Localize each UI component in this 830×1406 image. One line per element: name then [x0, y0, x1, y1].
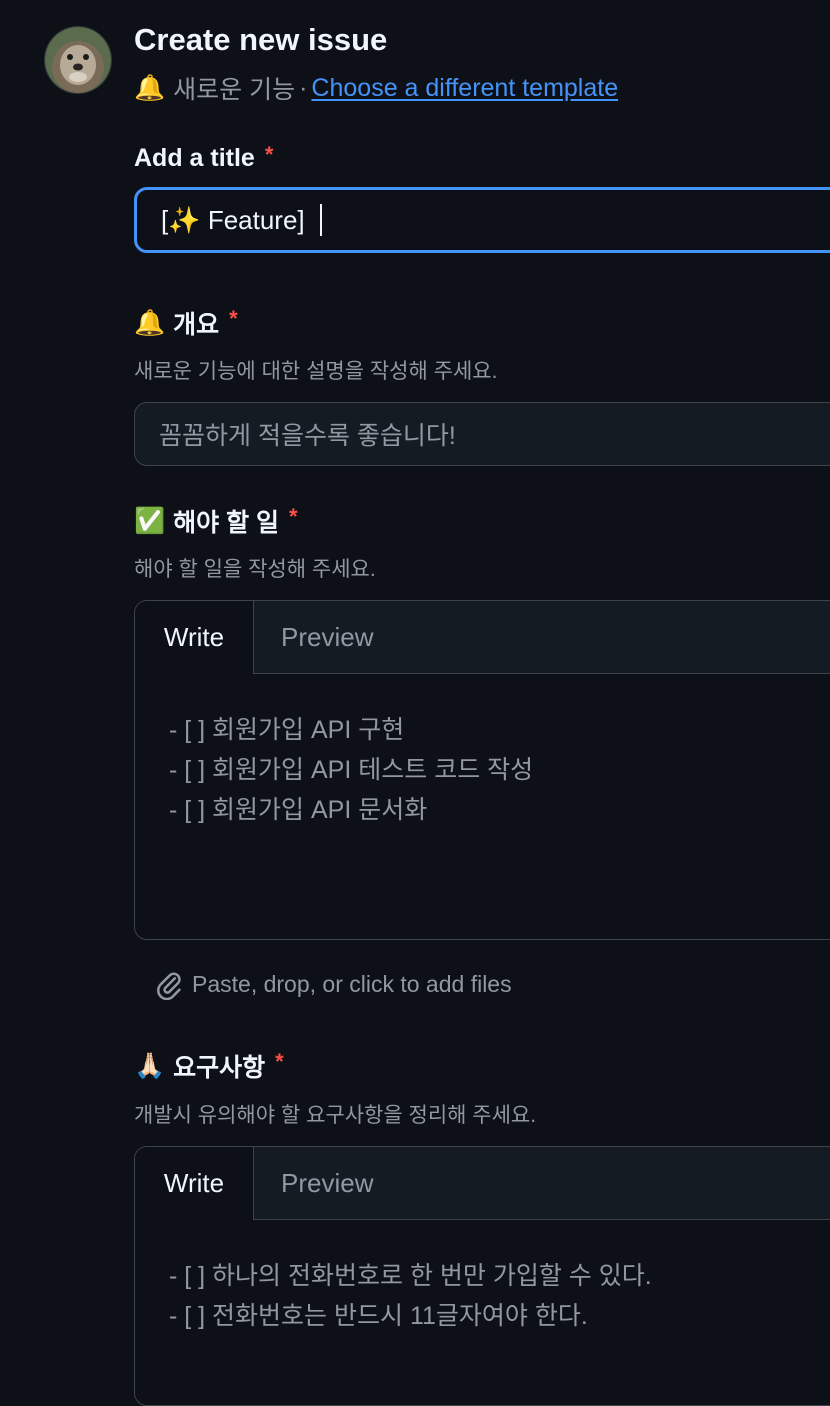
bell-icon: 🔔 — [134, 308, 166, 337]
todo-label-text: 해야 할 일 — [173, 509, 280, 537]
tab-preview[interactable]: Preview — [281, 1147, 373, 1219]
tab-preview[interactable]: Preview — [281, 601, 373, 673]
title-label: Add a title * — [134, 141, 274, 173]
title-input-value: [✨ Feature] — [161, 204, 312, 235]
todo-textarea[interactable]: - [ ] 회원가입 API 구현 - [ ] 회원가입 API 테스트 코드 … — [135, 674, 830, 830]
todo-editor: Write Preview - [ ] 회원가입 API 구현 - [ ] 회원… — [134, 600, 830, 940]
template-name: 새로운 기능 — [173, 76, 296, 104]
requirements-label-text: 요구사항 — [173, 1054, 266, 1082]
choose-template-link[interactable]: Choose a different template — [311, 74, 618, 103]
requirements-label: 🙏🏻 요구사항 * — [134, 1048, 284, 1084]
title-label-text: Add a title — [134, 144, 255, 172]
required-mark: * — [289, 504, 298, 529]
todo-description: 해야 할 일을 작성해 주세요. — [134, 558, 376, 581]
requirements-editor: Write Preview - [ ] 하나의 전화번호로 한 번만 가입할 수… — [134, 1146, 830, 1406]
requirements-textarea[interactable]: - [ ] 하나의 전화번호로 한 번만 가입할 수 있다. - [ ] 전화번… — [135, 1220, 830, 1336]
summary-label: 🔔 개요 * — [134, 305, 238, 341]
bell-icon: 🔔 — [134, 73, 166, 102]
otter-avatar-image — [45, 27, 111, 93]
paperclip-icon — [157, 972, 181, 1000]
text-caret — [319, 204, 322, 236]
required-mark: * — [275, 1049, 284, 1074]
required-mark: * — [264, 141, 274, 167]
check-mark-icon: ✅ — [134, 506, 166, 535]
required-mark: * — [229, 306, 238, 331]
summary-description: 새로운 기능에 대한 설명을 작성해 주세요. — [134, 360, 498, 383]
attach-files-button[interactable]: Paste, drop, or click to add files — [154, 968, 512, 1000]
page-title: Create new issue — [134, 22, 388, 57]
summary-input[interactable]: 꼼꼼하게 적을수록 좋습니다! — [134, 402, 830, 466]
summary-label-text: 개요 — [173, 311, 220, 339]
attach-files-text: Paste, drop, or click to add files — [192, 970, 512, 997]
template-info: 🔔 새로운 기능 · Choose a different template — [134, 70, 618, 106]
avatar[interactable] — [44, 26, 112, 94]
todo-editor-tabs: Write Preview — [135, 601, 830, 674]
requirements-editor-tabs: Write Preview — [135, 1147, 830, 1220]
title-input[interactable]: [✨ Feature] — [134, 187, 830, 253]
separator: · — [299, 73, 308, 102]
folded-hands-icon: 🙏🏻 — [134, 1051, 166, 1080]
requirements-description: 개발시 유의해야 할 요구사항을 정리해 주세요. — [134, 1104, 537, 1127]
tab-write[interactable]: Write — [135, 1147, 254, 1220]
tab-write[interactable]: Write — [135, 601, 254, 674]
summary-placeholder: 꼼꼼하게 적을수록 좋습니다! — [159, 422, 456, 450]
todo-label: ✅ 해야 할 일 * — [134, 503, 298, 539]
